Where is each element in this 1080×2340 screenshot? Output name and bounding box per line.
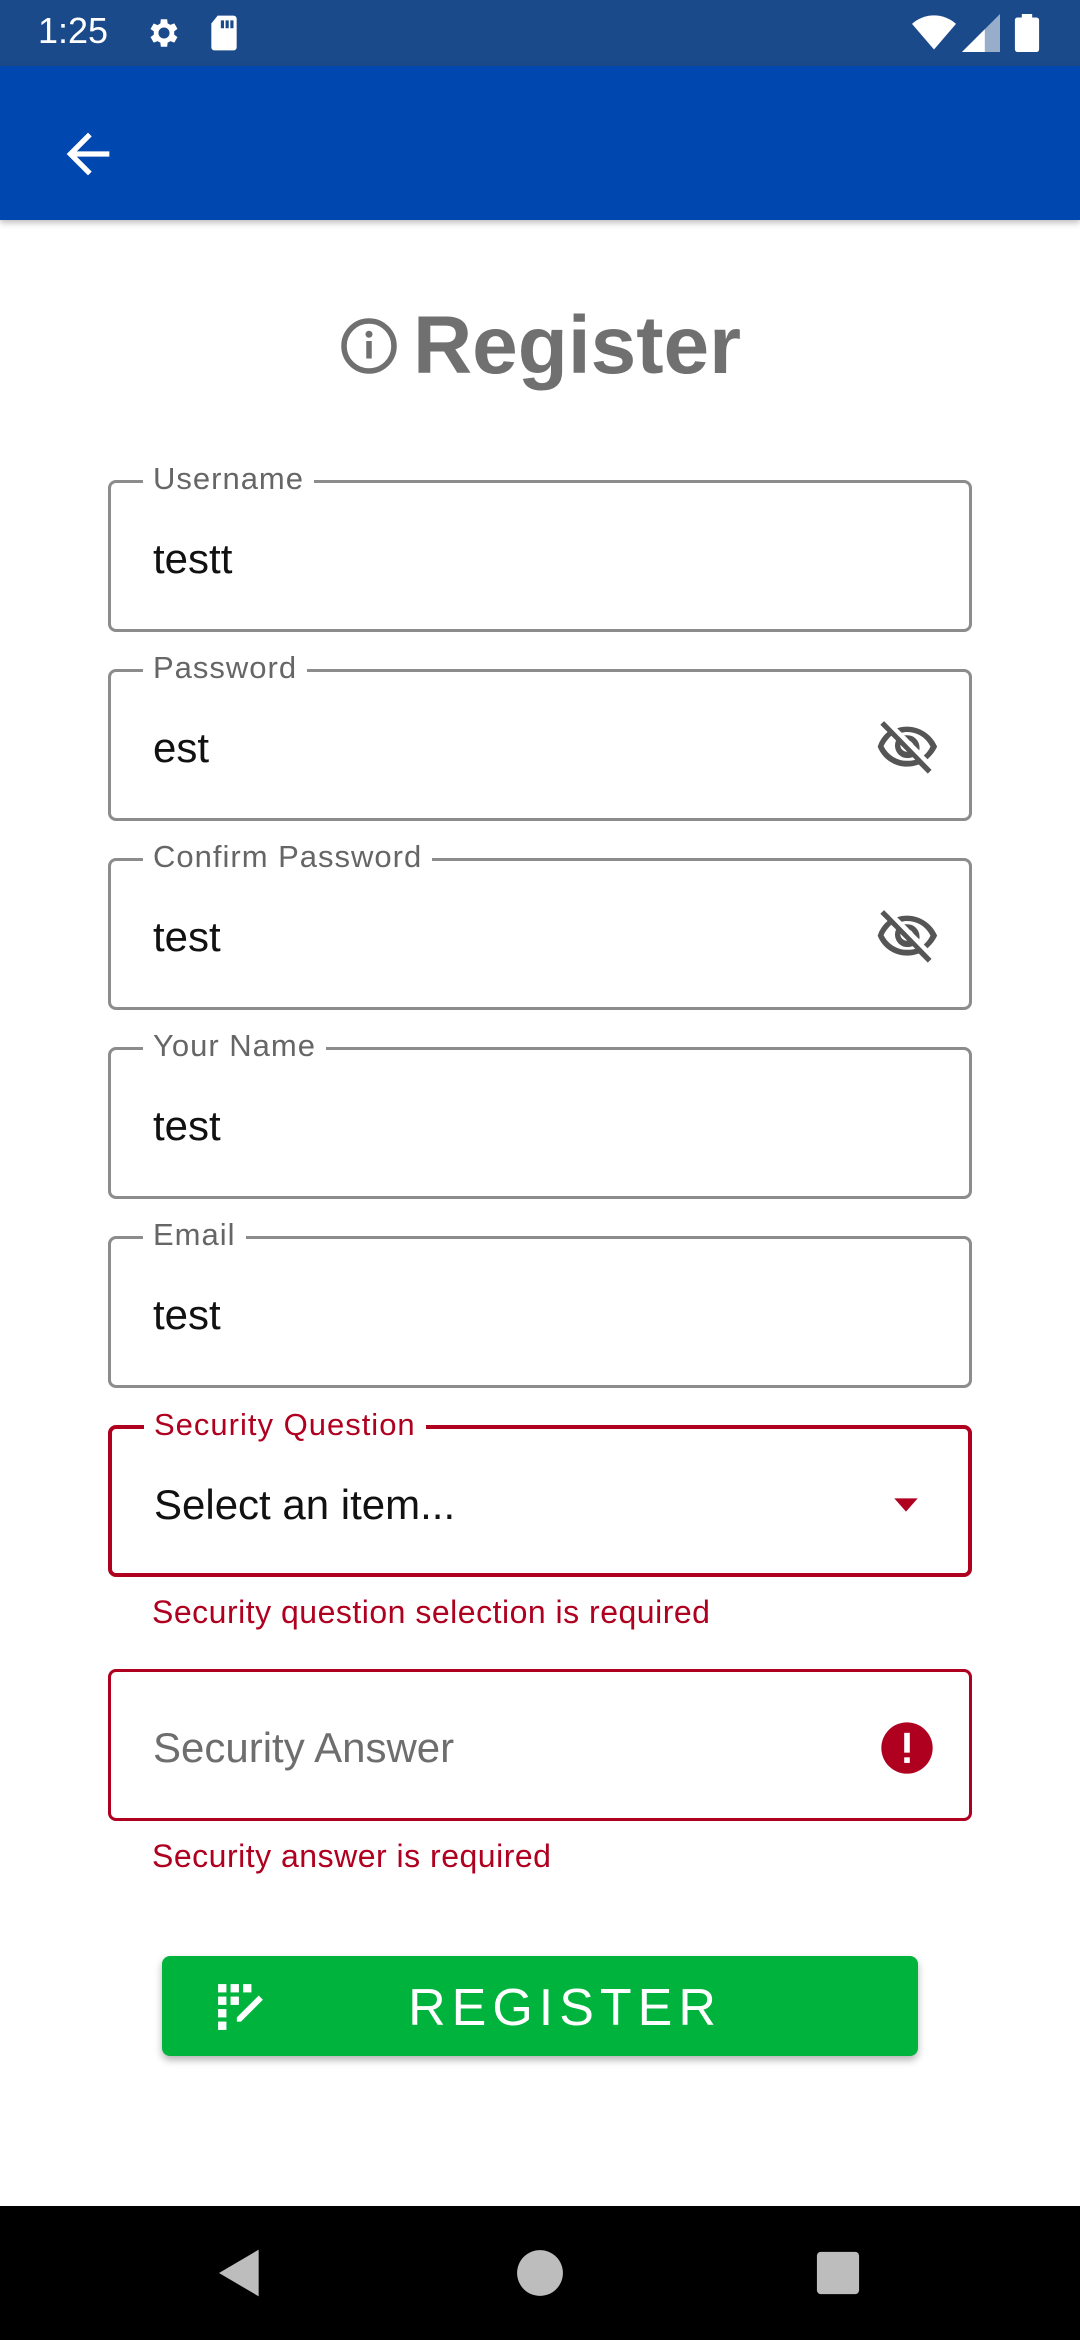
error-icon [875,1716,939,1780]
email-field[interactable]: Email test [108,1217,972,1388]
register-button[interactable]: REGISTER [162,1956,918,2056]
confirm-password-field[interactable]: Confirm Password test [108,839,972,1010]
dropdown-toggle[interactable] [874,1473,938,1537]
email-label: Email [143,1217,246,1253]
your-name-value: test [153,1102,221,1149]
gear-icon [145,14,183,57]
status-time: 1:25 [38,10,109,51]
username-field[interactable]: Username testt [108,461,972,632]
wifi-icon [912,14,956,57]
circle-home-icon [517,2250,563,2296]
sd-card-icon [208,14,240,57]
security-question-label: Security Question [144,1407,426,1443]
battery-icon [1014,14,1040,57]
security-question-value: Select an item... [154,1481,456,1528]
security-answer-field[interactable]: Security Answer [108,1669,972,1821]
password-visibility-toggle[interactable] [875,716,939,780]
your-name-field[interactable]: Your Name test [108,1028,972,1199]
nav-recents-button[interactable] [803,2238,873,2308]
back-button[interactable] [40,106,136,202]
password-label: Password [143,650,308,686]
title-row: Register [0,296,1080,396]
signal-icon [962,14,1000,57]
security-question-error: Security question selection is required [152,1594,711,1630]
security-answer-error: Security answer is required [152,1838,552,1874]
square-recents-icon [816,2251,860,2295]
your-name-label: Your Name [143,1028,326,1064]
nav-back-button[interactable] [205,2238,275,2308]
username-label: Username [143,461,314,497]
confirm-password-label: Confirm Password [143,839,433,875]
arrow-left-icon [66,132,110,176]
caret-down-icon [894,1498,918,1512]
password-value: est [153,724,210,771]
page-title: Register [412,300,742,391]
confirm-password-value: test [153,913,221,960]
eye-off-icon [877,910,938,963]
security-question-select[interactable]: Security Question Select an item... [108,1407,972,1577]
app-bar [0,66,1080,220]
password-field[interactable]: Password est [108,650,972,821]
system-nav-bar [0,2206,1080,2340]
triangle-back-icon [219,2249,259,2297]
status-bar: 1:25 [0,0,1080,66]
eye-off-icon [877,721,938,774]
security-answer-placeholder: Security Answer [153,1724,455,1771]
email-value: test [153,1291,221,1338]
username-value: testt [153,535,233,582]
confirm-password-visibility-toggle[interactable] [875,905,939,969]
nav-home-button[interactable] [505,2238,575,2308]
register-label: REGISTER [408,1979,722,2037]
info-circle-icon [341,318,397,374]
